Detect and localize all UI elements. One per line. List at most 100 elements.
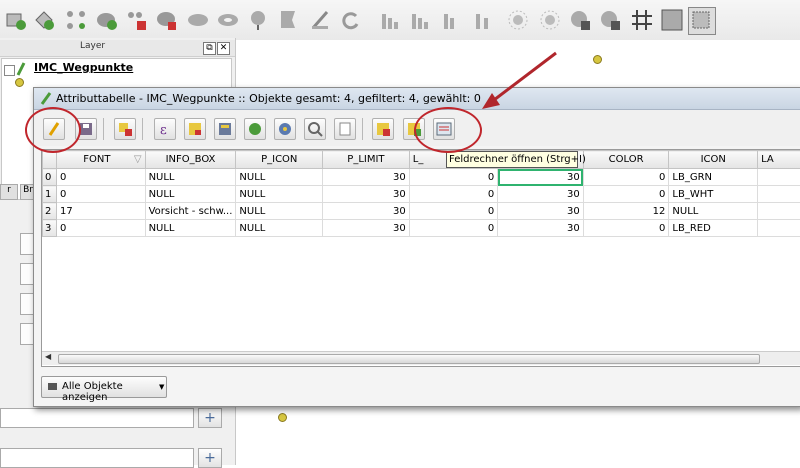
corner-cell[interactable] <box>43 151 57 169</box>
sun1-icon[interactable] <box>506 8 530 32</box>
close-panel-button[interactable]: ✕ <box>217 42 230 55</box>
pin2-icon[interactable] <box>598 8 622 32</box>
move-selection-top-button[interactable] <box>214 118 236 140</box>
table-row[interactable]: 3 0 NULL NULL 30 0 30 0 LB_RED <box>43 220 800 237</box>
table-cell[interactable] <box>758 220 800 237</box>
table-cell[interactable]: NULL <box>145 169 236 186</box>
delete-selected-button[interactable] <box>114 118 136 140</box>
chart3-icon[interactable] <box>440 8 464 32</box>
sun2-icon[interactable] <box>538 8 562 32</box>
chart4-icon[interactable] <box>472 8 496 32</box>
row-header[interactable]: 2 <box>43 203 57 220</box>
table-cell[interactable]: 30 <box>323 203 410 220</box>
invert-selection-button[interactable] <box>244 118 266 140</box>
column-header-la[interactable]: LA <box>758 151 800 169</box>
table-cell[interactable]: 0 <box>409 220 497 237</box>
column-header-icon[interactable]: ICON <box>669 151 758 169</box>
table-cell[interactable]: LB_WHT <box>669 186 758 203</box>
table-cell[interactable]: 17 <box>56 203 145 220</box>
table-cell[interactable]: Vorsicht - schw... <box>145 203 236 220</box>
table-cell[interactable]: 0 <box>583 220 669 237</box>
table-row[interactable]: 0 0 NULL NULL 30 0 30 0 LB_GRN <box>43 169 800 186</box>
table-row[interactable]: 2 17 Vorsicht - schw... NULL 30 0 30 12 … <box>43 203 800 220</box>
table-cell[interactable]: 30 <box>323 186 410 203</box>
add-layer-icon[interactable] <box>4 8 28 32</box>
table-cell[interactable] <box>758 169 800 186</box>
select-all-button[interactable] <box>184 118 206 140</box>
attribute-table[interactable]: FONT▽ INFO_BOX P_ICON P_LIMIT L_ COLOR I… <box>41 149 800 367</box>
pan-map-button[interactable] <box>274 118 296 140</box>
table-cell[interactable]: 30 <box>498 203 584 220</box>
column-header-info-box[interactable]: INFO_BOX <box>145 151 236 169</box>
table-cell[interactable]: NULL <box>236 169 323 186</box>
layer-checkbox[interactable] <box>4 65 15 76</box>
table-cell[interactable]: 0 <box>583 169 669 186</box>
flag-icon[interactable] <box>276 8 300 32</box>
edit-layer-icon[interactable] <box>32 8 56 32</box>
table-cell[interactable]: 0 <box>409 186 497 203</box>
panel-input-2[interactable] <box>0 448 194 468</box>
select-expression-button[interactable]: ε <box>154 118 176 140</box>
table-cell[interactable]: 0 <box>583 186 669 203</box>
paint-icon[interactable] <box>94 8 118 32</box>
redo-icon[interactable] <box>308 8 332 32</box>
row-header[interactable]: 3 <box>43 220 57 237</box>
column-header-color[interactable]: COLOR <box>583 151 669 169</box>
table-cell[interactable] <box>758 203 800 220</box>
hedgehog-icon[interactable] <box>246 8 270 32</box>
table-cell[interactable]: 0 <box>56 169 145 186</box>
tab-fragment-left[interactable]: r <box>0 184 18 200</box>
table-row[interactable]: 1 0 NULL NULL 30 0 30 0 LB_WHT <box>43 186 800 203</box>
cloud-icon[interactable] <box>186 8 210 32</box>
row-header[interactable]: 1 <box>43 186 57 203</box>
table-cell[interactable]: LB_RED <box>669 220 758 237</box>
table-cell[interactable]: NULL <box>145 186 236 203</box>
crosshair-icon[interactable]: + <box>198 448 222 468</box>
table-cell[interactable]: NULL <box>236 186 323 203</box>
table-cell[interactable]: NULL <box>669 203 758 220</box>
table-cell[interactable]: LB_GRN <box>669 169 758 186</box>
copy-rows-button[interactable] <box>334 118 356 140</box>
show-all-features-dropdown[interactable]: Alle Objekte anzeigen ▼ <box>41 376 167 398</box>
column-header-font[interactable]: FONT▽ <box>56 151 145 169</box>
row-header[interactable]: 0 <box>43 169 57 186</box>
float-panel-button[interactable]: ⧉ <box>203 42 216 55</box>
table-cell[interactable]: 12 <box>583 203 669 220</box>
table-cell[interactable]: 0 <box>56 186 145 203</box>
column-header-p-limit[interactable]: P_LIMIT <box>323 151 410 169</box>
table-cell[interactable]: 30 <box>498 186 584 203</box>
snake-icon[interactable] <box>216 8 240 32</box>
pin1-icon[interactable] <box>568 8 592 32</box>
scroll-left-icon[interactable]: ◀ <box>45 352 51 361</box>
zoom-selection-button[interactable] <box>304 118 326 140</box>
table-cell[interactable]: 0 <box>56 220 145 237</box>
panel-input-1[interactable] <box>0 408 194 428</box>
redo-arrow-icon[interactable] <box>338 8 362 32</box>
table-cell[interactable]: 0 <box>409 169 497 186</box>
scrollbar-thumb[interactable] <box>58 354 760 364</box>
column-header-p-icon[interactable]: P_ICON <box>236 151 323 169</box>
table-cell[interactable]: 30 <box>323 169 410 186</box>
chart1-icon[interactable] <box>378 8 402 32</box>
map-point-icon <box>278 413 287 422</box>
grid-icon[interactable] <box>630 8 654 32</box>
toolbar-separator <box>362 118 363 140</box>
chart2-icon[interactable] <box>408 8 432 32</box>
selected-tool-icon[interactable] <box>688 7 716 35</box>
delete-column-button[interactable] <box>372 118 394 140</box>
table-cell-selected[interactable]: 30 <box>498 169 584 186</box>
add-feature-icon[interactable] <box>64 8 88 32</box>
table-cell[interactable]: NULL <box>145 220 236 237</box>
remove-icon[interactable] <box>124 8 148 32</box>
crosshair-icon[interactable]: + <box>198 408 222 428</box>
edit-polygon-icon[interactable] <box>154 8 178 32</box>
table-cell[interactable]: NULL <box>236 220 323 237</box>
table-cell[interactable]: 30 <box>323 220 410 237</box>
layer-name[interactable]: IMC_Wegpunkte <box>34 61 133 74</box>
table-cell[interactable]: NULL <box>236 203 323 220</box>
table-cell[interactable] <box>758 186 800 203</box>
horizontal-scrollbar[interactable]: ◀ <box>42 351 800 365</box>
table-cell[interactable]: 30 <box>498 220 584 237</box>
square-icon[interactable] <box>660 8 684 32</box>
table-cell[interactable]: 0 <box>409 203 497 220</box>
